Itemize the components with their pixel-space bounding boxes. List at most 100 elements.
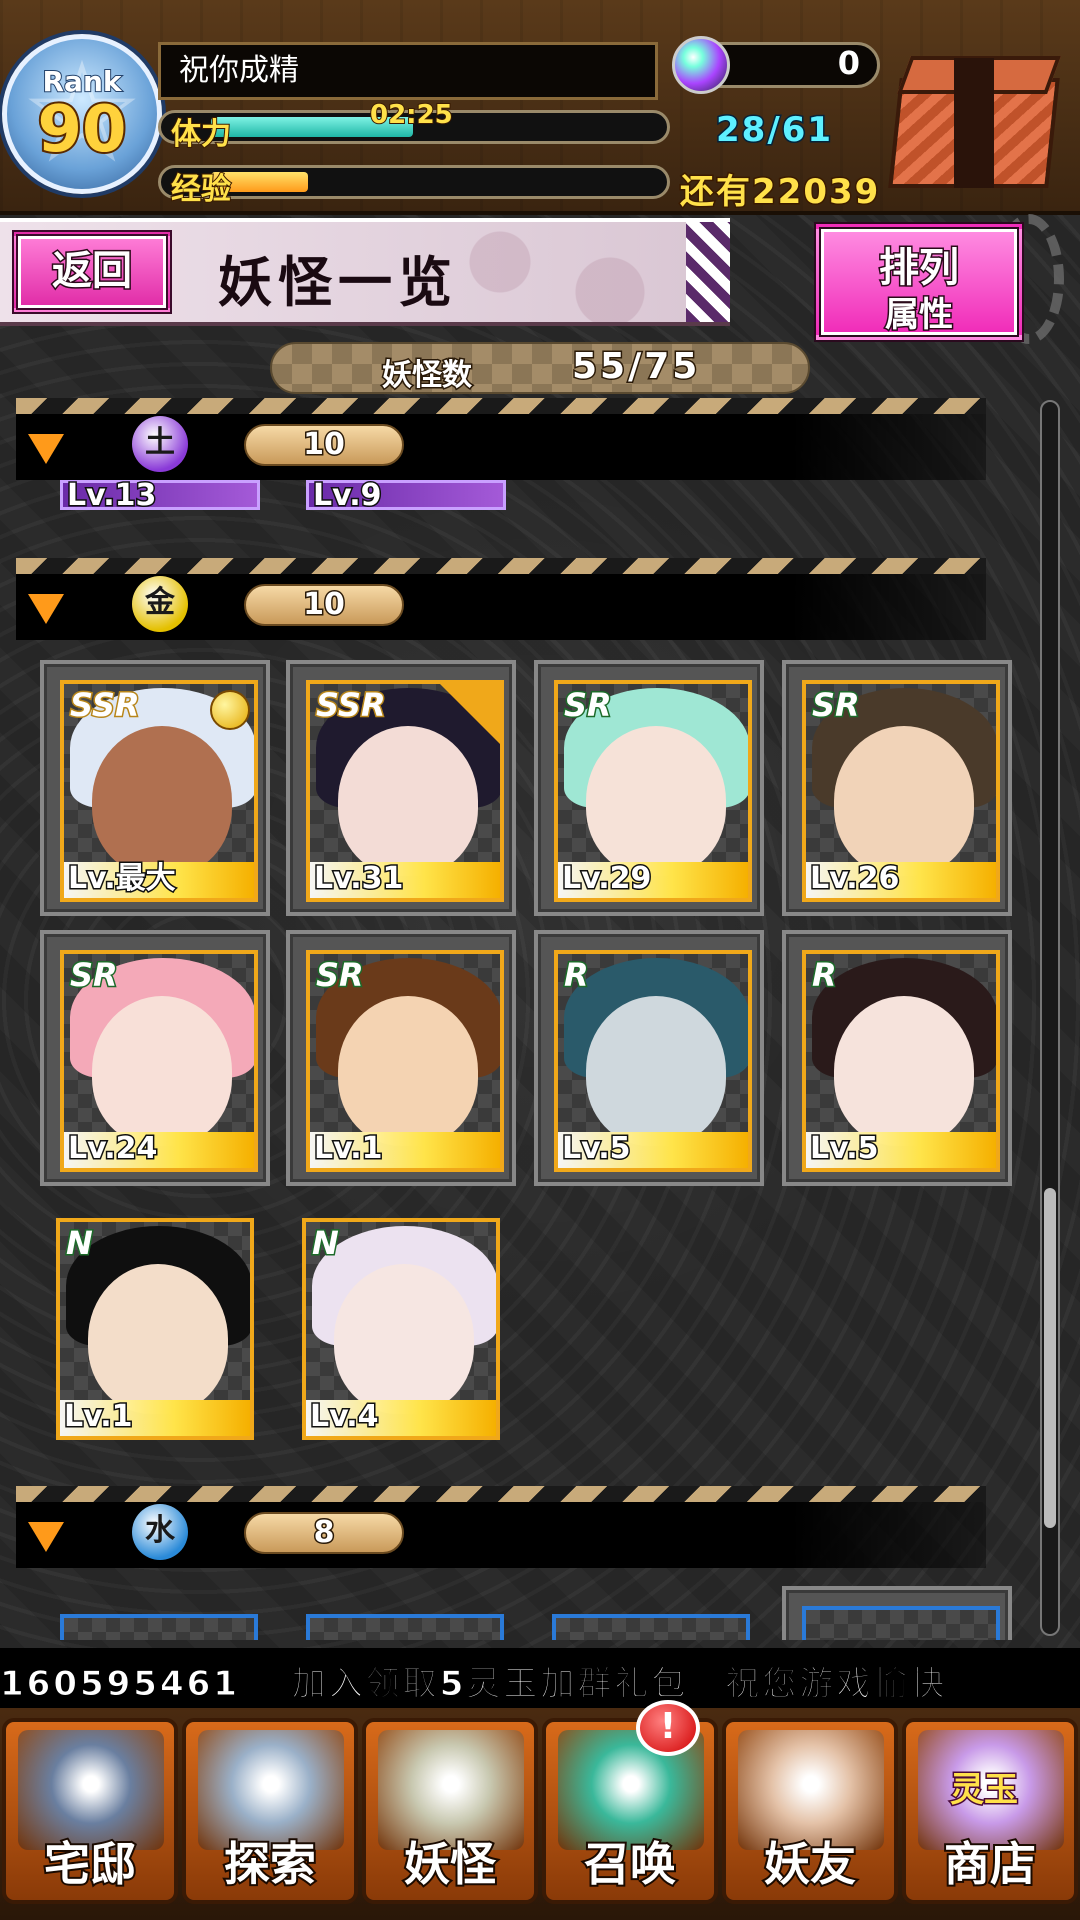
level-label: Lv.29	[558, 860, 748, 898]
level-label: Lv.26	[806, 860, 996, 898]
monster-card-partial[interactable]: Lv.13	[60, 479, 260, 512]
exp-remaining: 还有22039	[678, 171, 881, 214]
gem-count: 0	[837, 44, 860, 82]
monster-card-partial[interactable]	[290, 1598, 520, 1640]
rarity-badge: SSR	[315, 685, 388, 726]
nav-button-1[interactable]: 探索	[182, 1718, 358, 1904]
monster-card[interactable]: N Lv.1	[40, 1202, 270, 1458]
nav-button-0[interactable]: 宅邸	[2, 1718, 178, 1904]
nav-button-2[interactable]: 妖怪	[362, 1718, 538, 1904]
group-count: 8	[244, 1512, 404, 1554]
attribute-group-header[interactable]: 金 10	[16, 558, 986, 640]
monster-card[interactable]: N Lv.4	[286, 1202, 516, 1458]
monster-count-value: 55/75	[570, 345, 701, 389]
monster-card[interactable]: SR Lv.29	[534, 660, 764, 916]
announcement-ticker: 160595461。 加入领取5灵玉加群礼包。祝您游戏愉快	[0, 1648, 1080, 1708]
exp-bar: 经验	[158, 165, 670, 208]
portrait-face	[338, 996, 478, 1146]
stamina-value: 28/61	[714, 109, 834, 152]
level-label: Lv.5	[558, 1130, 748, 1168]
sort-button-label: 排列	[878, 244, 961, 293]
stamina-timer: 02:25	[369, 99, 454, 131]
page-title: 妖怪一览	[218, 250, 458, 314]
scrollbar[interactable]	[1040, 400, 1060, 1636]
nav-label: 探索	[222, 1835, 318, 1893]
rarity-badge: SR	[811, 685, 862, 726]
portrait-face	[834, 726, 974, 876]
flower-decoration	[440, 222, 680, 322]
nav-label: 商店	[942, 1835, 1038, 1893]
monster-card-partial[interactable]	[536, 1598, 766, 1640]
monster-card[interactable]: R Lv.5	[782, 930, 1012, 1186]
nav-label: 召唤	[582, 1835, 678, 1893]
level-label: Lv.1	[60, 1398, 250, 1436]
stamina-label: 体力	[170, 116, 232, 153]
portrait-face	[338, 726, 478, 876]
water-attribute-icon: 水	[132, 1504, 188, 1560]
monster-card[interactable]: R Lv.5	[534, 930, 764, 1186]
app-root: ☆ Rank 90 祝你成精 体力 02:25 经验 0 28/61 还有220…	[0, 0, 1080, 1920]
rarity-badge: R	[811, 955, 839, 996]
gift-chest-icon[interactable]	[884, 48, 1068, 198]
monster-portrait: SR Lv.24	[60, 950, 258, 1172]
level-label: Lv.31	[310, 860, 500, 898]
alert-badge: !	[636, 1700, 700, 1756]
rank-value: 90	[35, 91, 128, 169]
gold-attribute-icon: 金	[132, 576, 188, 632]
nav-label: 妖怪	[402, 1835, 498, 1893]
monster-portrait: N Lv.1	[56, 1218, 254, 1440]
monster-card[interactable]: SR Lv.1	[286, 930, 516, 1186]
shop-orb-label: 灵玉	[949, 1769, 1020, 1812]
collapse-arrow-icon[interactable]	[28, 594, 64, 624]
monster-card[interactable]: SR Lv.26	[782, 660, 1012, 916]
scrollbar-thumb[interactable]	[1044, 1188, 1056, 1528]
nav-label: 妖友	[762, 1835, 858, 1893]
medal-icon	[210, 690, 250, 730]
monster-card[interactable]: SSR Lv.31	[286, 660, 516, 916]
back-button-label: 返回	[51, 247, 134, 296]
collapse-arrow-icon[interactable]	[28, 1522, 64, 1552]
monster-portrait: SR Lv.1	[306, 950, 504, 1172]
ticker-text: 160595461。 加入领取5灵玉加群礼包。祝您游戏愉快	[0, 1664, 948, 1705]
group-count: 10	[244, 584, 404, 626]
nav-button-4[interactable]: 妖友	[722, 1718, 898, 1904]
back-button[interactable]: 返回	[12, 230, 172, 314]
level-label: Lv.最大	[64, 860, 254, 898]
monster-count: 妖怪数 55/75	[270, 342, 810, 395]
nav-button-5[interactable]: 商店	[902, 1718, 1078, 1904]
rarity-badge: SR	[69, 955, 120, 996]
level-label: Lv.24	[64, 1130, 254, 1168]
collapse-arrow-icon[interactable]	[28, 434, 64, 464]
rarity-badge: SR	[315, 955, 366, 996]
portrait-face	[92, 726, 232, 876]
monster-portrait: R Lv.5	[802, 950, 1000, 1172]
portrait-face	[834, 996, 974, 1146]
monster-card[interactable]: SR Lv.24	[40, 930, 270, 1186]
portrait-face	[88, 1264, 228, 1414]
monster-card-partial[interactable]	[782, 1586, 1012, 1640]
sort-mode-label: 属性	[884, 294, 955, 337]
player-name: 祝你成精	[158, 42, 658, 100]
attribute-group-header[interactable]: 水 8	[16, 1486, 986, 1568]
monster-card-partial[interactable]	[44, 1598, 274, 1640]
arrow-pattern-decoration	[686, 222, 730, 322]
nav-label: 宅邸	[42, 1835, 138, 1893]
attribute-group-header[interactable]: 土 10	[16, 398, 986, 480]
level-label: Lv.1	[310, 1130, 500, 1168]
monster-card[interactable]: SSR Lv.最大	[40, 660, 270, 916]
monster-portrait: SR Lv.26	[802, 680, 1000, 902]
monster-card-partial[interactable]: Lv.9	[306, 479, 506, 512]
rarity-badge: N	[311, 1223, 341, 1264]
earth-attribute-icon: 土	[132, 416, 188, 472]
monster-portrait: SSR Lv.最大	[60, 680, 258, 902]
exp-label: 经验	[170, 171, 232, 208]
portrait-face	[586, 726, 726, 876]
rank-emblem[interactable]: ☆ Rank 90	[2, 34, 162, 194]
rarity-badge: R	[563, 955, 591, 996]
sort-button[interactable]: 排列 属性	[814, 222, 1024, 342]
monster-list[interactable]: 土 10 Lv.13 Lv.9 金 10 SSR Lv.最大 SSR Lv.31 SR L…	[0, 398, 1080, 1640]
rarity-badge: SR	[563, 685, 614, 726]
spirit-orb-icon	[672, 36, 730, 94]
portrait-face	[92, 996, 232, 1146]
rarity-badge: N	[65, 1223, 95, 1264]
